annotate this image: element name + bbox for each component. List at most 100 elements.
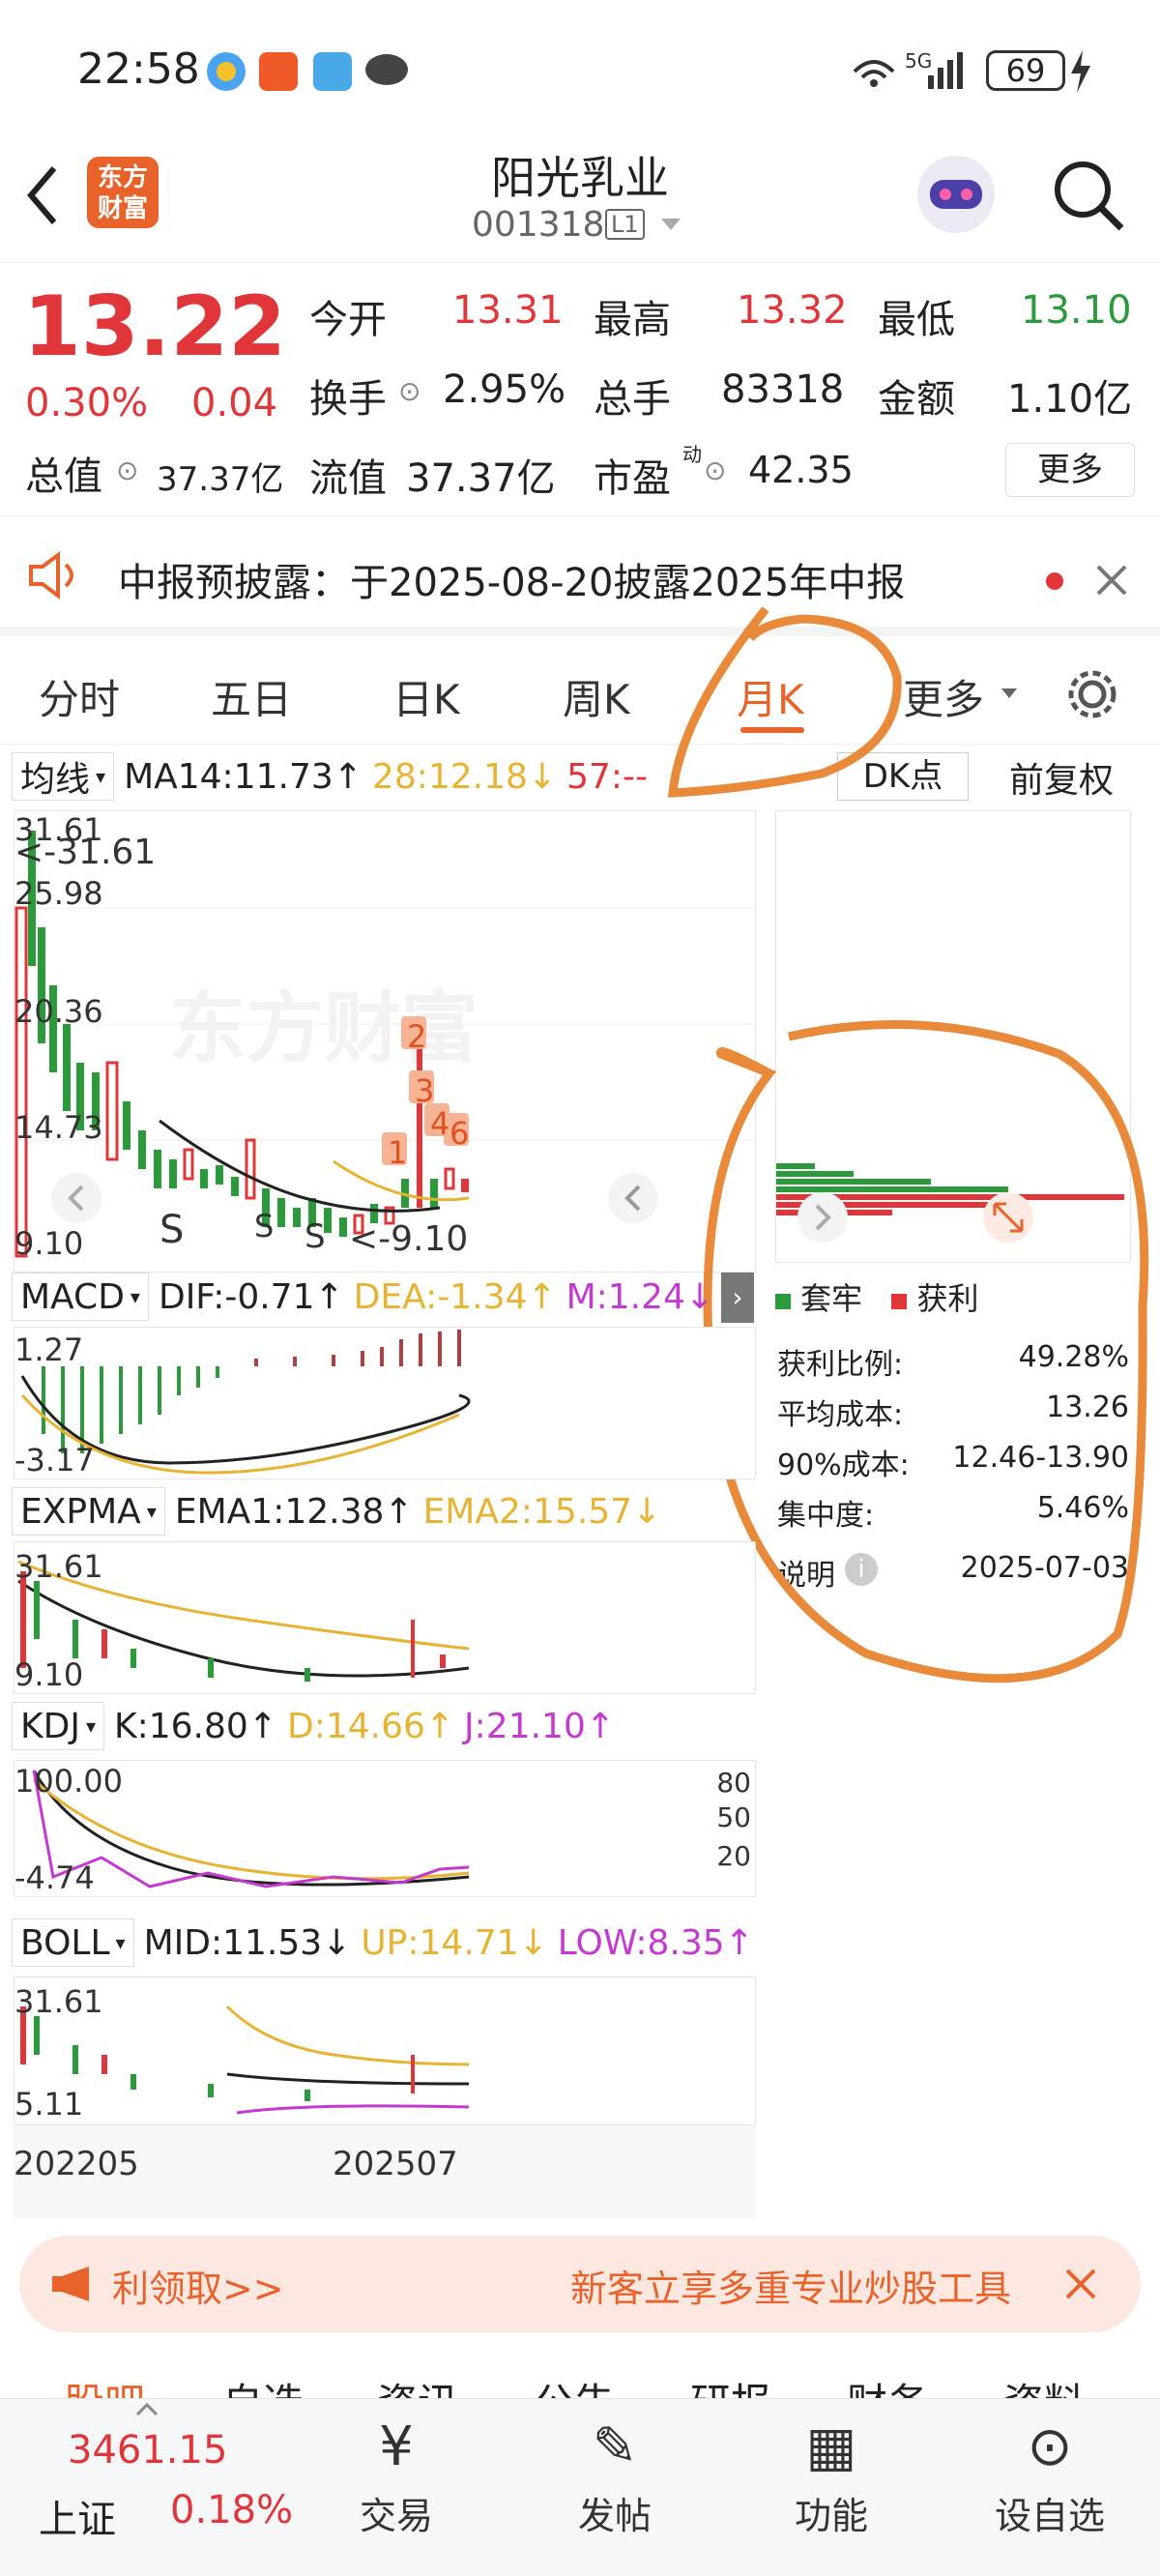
volume-value: 83318: [721, 367, 845, 412]
expma-ema2: EMA2:15.57↓: [422, 1491, 662, 1532]
event-marker[interactable]: 4: [430, 1105, 450, 1142]
robot-avatar-icon[interactable]: [913, 151, 1000, 238]
ma57-value: 57:--: [566, 756, 649, 797]
chevron-down-icon[interactable]: [1000, 687, 1019, 700]
event-marker[interactable]: 6: [450, 1115, 469, 1152]
detail-tabs: 股吧 自选 资讯 公告 研报 财务 资料: [0, 2371, 1160, 2400]
tab-finance[interactable]: 财务: [847, 2371, 928, 2400]
battery-indicator: 69: [986, 50, 1065, 91]
sell-marker: S: [254, 1208, 275, 1244]
kdj-y-bottom: -4.74: [14, 1859, 95, 1896]
kline-plot: [14, 831, 757, 1258]
high-value: 13.32: [737, 288, 848, 333]
index-value[interactable]: 3461.15: [68, 2428, 227, 2473]
macd-plot: [20, 1330, 471, 1475]
tab-more[interactable]: 更多: [903, 667, 984, 726]
search-icon[interactable]: [1050, 157, 1127, 234]
kdj-level-80: 80: [716, 1767, 751, 1799]
charging-icon: [1071, 50, 1090, 93]
megaphone-icon: [52, 2267, 89, 2301]
tab-weekly-k[interactable]: 周K: [563, 667, 630, 726]
macd-y-top: 1.27: [14, 1332, 84, 1368]
tab-daily-k[interactable]: 日K: [392, 667, 460, 726]
amount-value: 1.10亿: [1007, 377, 1133, 422]
nav-post-label: 发帖: [577, 2495, 652, 2537]
index-name[interactable]: 上证: [39, 2488, 116, 2544]
macd-y-bottom: -3.17: [14, 1442, 95, 1478]
period-tabs: 分时 五日 日K 周K 月K 更多: [0, 638, 1160, 745]
kdj-selector[interactable]: KDJ ▾: [12, 1702, 104, 1750]
boll-chart[interactable]: 31.61 5.11: [14, 1976, 756, 2125]
kdj-selector-label: KDJ: [20, 1706, 80, 1746]
nav-add-watchlist[interactable]: ⊙ 设自选: [982, 2399, 1117, 2539]
kdj-j: J:21.10↑: [464, 1706, 616, 1746]
tab-self-select[interactable]: 自选: [222, 2371, 304, 2400]
chevron-up-icon[interactable]: [135, 2403, 159, 2416]
y-axis-2: 25.98: [14, 875, 103, 912]
macd-chart[interactable]: 1.27 -3.17: [14, 1327, 756, 1479]
x-axis-start: 202205: [14, 2145, 139, 2183]
y-axis-4: 14.73: [14, 1109, 103, 1146]
nav-functions[interactable]: ▦ 功能: [764, 2399, 899, 2539]
collapse-arrow-icon[interactable]: ›: [721, 1273, 754, 1323]
boll-selector[interactable]: BOLL ▾: [12, 1918, 134, 1967]
bottom-nav: 3461.15 上证 0.18% ¥ 交易 ✎ 发帖 ▦ 功能 ⊙ 设自选: [0, 2398, 1160, 2576]
tab-intraday[interactable]: 分时: [39, 667, 120, 726]
svg-text:5G: 5G: [905, 49, 932, 73]
macd-selector[interactable]: MACD ▾: [12, 1273, 149, 1321]
event-marker[interactable]: 3: [415, 1072, 434, 1109]
notice-bar[interactable]: 中报预披露：于2025-08-20披露2025年中报: [0, 522, 1160, 636]
stock-header: 东方财富 阳光乳业 001318 L1: [0, 135, 1160, 263]
yen-icon: ¥: [379, 2415, 414, 2478]
open-value: 13.31: [452, 288, 564, 333]
close-icon[interactable]: [1063, 2267, 1098, 2301]
expma-y-top: 31.61: [14, 1548, 103, 1585]
kdj-bar: KDJ ▾ K:16.80↑ D:14.66↑ J:21.10↑: [12, 1700, 756, 1752]
low-value: 13.10: [1021, 288, 1132, 333]
more-button[interactable]: 更多: [1005, 443, 1135, 497]
expma-selector[interactable]: EXPMA ▾: [12, 1487, 165, 1536]
pe-value: 42.35: [748, 449, 854, 491]
change-pct: 0.30%: [25, 381, 149, 425]
tab-news[interactable]: 资讯: [377, 2371, 458, 2400]
nav-trade-label: 交易: [359, 2495, 433, 2537]
info-icon[interactable]: ⊙: [704, 454, 726, 486]
gear-icon[interactable]: [1063, 665, 1121, 723]
chevron-down-icon[interactable]: [659, 217, 682, 232]
promo-right-text: 新客立享多重专业炒股工具: [570, 2268, 1012, 2310]
info-icon[interactable]: ⊙: [116, 454, 138, 486]
macd-dif: DIF:-0.71↑: [158, 1276, 344, 1317]
adjust-button[interactable]: 前复权: [1009, 752, 1114, 803]
tab-five-day[interactable]: 五日: [211, 667, 292, 726]
ma14-value: MA14:11.73↑: [124, 756, 362, 797]
x-axis-end: 202507: [333, 2145, 458, 2183]
tab-profile[interactable]: 资料: [1003, 2371, 1085, 2400]
ma-selector[interactable]: 均线 ▾: [12, 752, 115, 801]
level-badge[interactable]: L1: [605, 209, 645, 240]
kdj-chart[interactable]: 100.00 -4.74 80 50 20: [14, 1760, 756, 1897]
tab-annotation-circle: [667, 606, 902, 798]
nav-post[interactable]: ✎ 发帖: [547, 2399, 682, 2539]
kline-chart[interactable]: 东方财富 31.61 <-31.61 25.98 20.36 14.73 9.1…: [14, 810, 757, 1273]
nav-add-watchlist-label: 设自选: [994, 2495, 1105, 2537]
boll-plot: [20, 2005, 470, 2115]
index-change[interactable]: 0.18%: [170, 2488, 293, 2532]
tab-announcements[interactable]: 公告: [534, 2371, 615, 2400]
info-icon[interactable]: ⊙: [398, 375, 420, 407]
event-marker[interactable]: 1: [388, 1134, 407, 1171]
y-axis-3: 20.36: [14, 993, 103, 1030]
ma28-value: 28:12.18↓: [371, 756, 558, 797]
more-dots-icon: ⊙: [1027, 2415, 1073, 2478]
tab-guba[interactable]: 股吧: [64, 2371, 145, 2400]
promo-left-text: 利领取>>: [112, 2268, 284, 2310]
promo-banner[interactable]: 利领取>> 新客立享多重专业炒股工具: [19, 2236, 1141, 2332]
quote-panel: 13.22 0.30% 0.04 总值 ⊙ 37.37亿 今开 13.31 最高…: [0, 263, 1160, 516]
event-marker[interactable]: 2: [407, 1018, 426, 1055]
close-icon[interactable]: [1094, 563, 1129, 598]
tab-research[interactable]: 研报: [690, 2371, 771, 2400]
expma-chart[interactable]: 31.61 9.10: [14, 1541, 756, 1694]
boll-selector-label: BOLL: [20, 1922, 110, 1963]
nav-trade[interactable]: ¥ 交易: [329, 2399, 464, 2539]
min-marker: <-9.10: [349, 1219, 469, 1259]
kdj-level-20: 20: [716, 1840, 751, 1872]
